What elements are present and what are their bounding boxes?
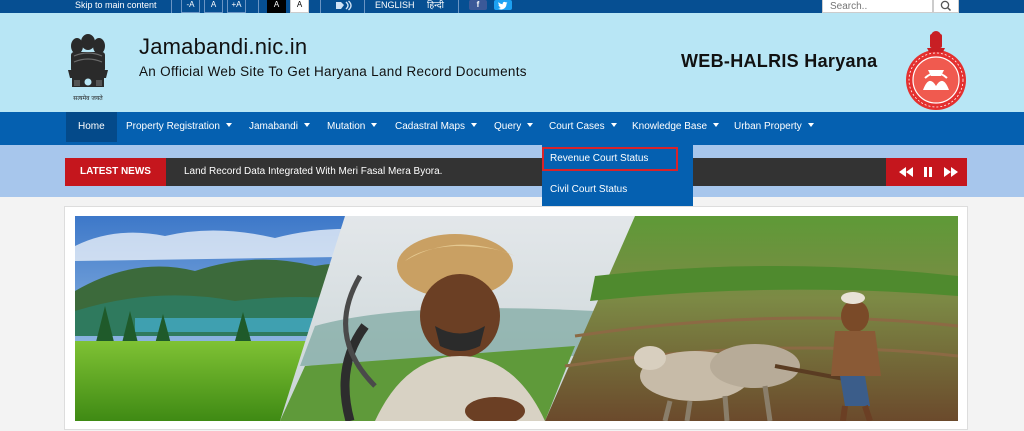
pause-icon[interactable] — [916, 158, 940, 186]
nav-label: Urban Property — [734, 121, 802, 132]
nav-label: Mutation — [327, 121, 366, 132]
divider — [258, 0, 259, 13]
nav-mutation[interactable]: Mutation — [327, 112, 378, 142]
divider — [458, 0, 459, 13]
national-emblem-logo[interactable]: सत्यमेव जयते — [62, 30, 114, 110]
search-button[interactable] — [933, 0, 959, 13]
utility-bar: Skip to main content -A A +A A A ENGLISH… — [0, 0, 1024, 13]
nav-label: Cadastral Maps — [395, 121, 466, 132]
twitter-icon[interactable] — [494, 0, 512, 10]
news-ticker-text[interactable]: Land Record Data Integrated With Meri Fa… — [184, 158, 442, 186]
nav-label: Jamabandi — [249, 121, 298, 132]
site-header: सत्यमेव जयते Jamabandi.nic.in An Officia… — [0, 13, 1024, 112]
divider — [320, 0, 321, 13]
site-subtitle: An Official Web Site To Get Haryana Land… — [139, 64, 527, 79]
font-normal-button[interactable]: A — [204, 0, 223, 13]
menu-item-civil-court-status[interactable]: Civil Court Status — [542, 176, 693, 203]
language-english-link[interactable]: ENGLISH — [375, 0, 415, 10]
emblem-motto: सत्यमेव जयते — [73, 94, 103, 102]
previous-icon[interactable] — [894, 158, 918, 186]
font-decrease-button[interactable]: -A — [181, 0, 200, 13]
language-hindi-link[interactable]: हिन्दी — [427, 0, 444, 10]
hero-banner-image — [75, 216, 958, 421]
nav-urban-property[interactable]: Urban Property — [734, 112, 814, 142]
next-icon[interactable] — [939, 158, 963, 186]
nav-court-cases[interactable]: Court Cases — [549, 112, 617, 142]
search-input[interactable] — [823, 0, 932, 12]
nav-label: Court Cases — [549, 121, 605, 132]
main-nav: Home Property Registration Jamabandi Mut… — [0, 112, 1024, 145]
chevron-down-icon — [303, 123, 310, 128]
nav-property-registration[interactable]: Property Registration — [126, 112, 232, 142]
chevron-down-icon — [371, 123, 378, 128]
nav-label: Property Registration — [126, 121, 220, 132]
high-contrast-button[interactable]: A — [267, 0, 286, 13]
chevron-down-icon — [471, 123, 478, 128]
nav-query[interactable]: Query — [494, 112, 534, 142]
search-icon — [940, 0, 952, 12]
chevron-down-icon — [610, 123, 617, 128]
chevron-down-icon — [807, 123, 814, 128]
haryana-government-logo[interactable] — [903, 30, 969, 114]
nav-knowledge-base[interactable]: Knowledge Base — [632, 112, 720, 142]
screen-reader-icon[interactable] — [333, 0, 355, 11]
site-title[interactable]: Jamabandi.nic.in — [139, 34, 307, 60]
latest-news-label: LATEST NEWS — [65, 158, 166, 186]
page: Skip to main content -A A +A A A ENGLISH… — [0, 0, 1024, 431]
nav-home[interactable]: Home — [66, 112, 117, 142]
chevron-down-icon — [225, 123, 232, 128]
nav-label: Query — [494, 121, 522, 132]
ticker-controls — [886, 158, 967, 186]
font-increase-button[interactable]: +A — [227, 0, 246, 13]
highlight-box — [542, 147, 678, 171]
normal-contrast-button[interactable]: A — [290, 0, 309, 13]
halris-title: WEB-HALRIS Haryana — [681, 51, 878, 71]
facebook-icon[interactable]: f — [469, 0, 487, 10]
divider — [364, 0, 365, 13]
skip-to-content-link[interactable]: Skip to main content — [75, 0, 157, 10]
divider — [171, 0, 172, 13]
nav-label: Knowledge Base — [632, 121, 708, 132]
chevron-down-icon — [527, 123, 534, 128]
nav-home-label: Home — [78, 121, 105, 132]
search-box — [822, 0, 933, 13]
nav-cadastral-maps[interactable]: Cadastral Maps — [395, 112, 478, 142]
nav-jamabandi[interactable]: Jamabandi — [249, 112, 310, 142]
chevron-down-icon — [713, 123, 720, 128]
